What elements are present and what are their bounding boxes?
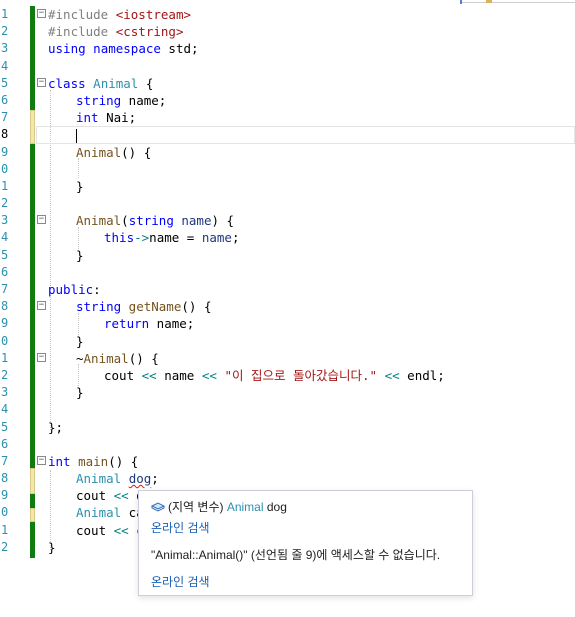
unsaved-change-bar — [30, 508, 35, 522]
line-number: 6 — [1, 436, 9, 451]
line-number: 7 — [1, 110, 9, 125]
quick-info-tooltip: (지역 변수) Animal dog 온라인 검색 "Animal::Anima… — [138, 490, 473, 596]
code-line: − class Animal { — [37, 75, 154, 91]
line-number: 7 — [1, 282, 9, 296]
line-number: 1 — [1, 522, 9, 537]
line-number: 5 — [1, 247, 9, 262]
line-number: 2 — [1, 367, 9, 382]
collapse-icon[interactable]: − — [37, 77, 46, 87]
unsaved-change-bar — [30, 468, 35, 494]
code-line: − string getName() { — [37, 299, 212, 315]
code-line: string name; — [76, 92, 167, 108]
code-line: #include <cstring> — [48, 24, 184, 40]
line-number: 9 — [1, 144, 9, 159]
line-number: 2 — [1, 196, 9, 211]
line-number: 3 — [1, 385, 9, 400]
search-online-link[interactable]: 온라인 검색 — [151, 573, 210, 590]
code-line: } — [76, 247, 84, 263]
line-number: 4 — [1, 58, 9, 73]
code-line: using namespace std; — [48, 41, 199, 57]
line-number: 7 — [1, 453, 9, 468]
line-number: 0 — [1, 333, 9, 348]
code-area[interactable]: − #include <iostream> #include <cstring>… — [36, 6, 575, 556]
line-number: 8 — [1, 471, 9, 486]
collapse-icon[interactable]: − — [37, 352, 46, 362]
error-squiggle[interactable]: dog — [129, 471, 152, 486]
collapse-icon[interactable]: − — [37, 215, 46, 225]
collapse-icon[interactable]: − — [37, 301, 46, 311]
saved-change-bar — [30, 6, 35, 110]
line-number: 3 — [1, 41, 9, 56]
line-number: 0 — [1, 505, 9, 520]
code-line: } — [76, 333, 84, 349]
code-line: } — [76, 178, 84, 194]
saved-change-bar — [30, 144, 35, 468]
saved-change-bar — [30, 494, 35, 508]
line-number: 6 — [1, 264, 9, 279]
line-number: 1 — [1, 7, 9, 21]
line-number: 5 — [1, 75, 9, 90]
collapse-icon[interactable]: − — [37, 455, 46, 465]
error-message: "Animal::Animal()" (선언됨 줄 9)에 액세스할 수 없습니… — [151, 548, 441, 562]
line-number: 3 — [1, 213, 9, 228]
line-number: 4 — [1, 402, 9, 417]
code-line: cout << name << "이 집으로 돌아갔습니다." << endl; — [104, 367, 445, 383]
local-variable-icon — [150, 501, 166, 512]
current-code-line[interactable] — [36, 126, 575, 144]
search-online-link[interactable]: 온라인 검색 — [151, 519, 210, 536]
text-caret — [76, 128, 77, 143]
line-number: 9 — [1, 316, 9, 331]
line-number: 8 — [1, 299, 9, 314]
unsaved-change-bar — [30, 110, 35, 144]
line-number: 9 — [1, 488, 9, 503]
scroll-track-line — [462, 2, 575, 3]
code-line: − int main() { — [37, 453, 139, 469]
line-number: 0 — [1, 161, 9, 176]
line-number: 2 — [1, 539, 9, 554]
line-number-gutter: 1 2 3 4 5 6 7 8 9 0 1 2 3 4 5 6 7 8 9 0 … — [0, 6, 12, 556]
line-number: 2 — [1, 24, 9, 39]
editor-top-strip — [420, 0, 575, 4]
line-number: 1 — [1, 350, 9, 365]
code-line: }; — [48, 419, 64, 435]
collapse-icon[interactable]: − — [37, 9, 46, 18]
code-line: − Animal(string name) { — [37, 213, 235, 229]
code-line: } — [76, 385, 84, 401]
code-editor[interactable]: 1 2 3 4 5 6 7 8 9 0 1 2 3 4 5 6 7 8 9 0 … — [0, 0, 575, 617]
code-line: Animal dog; — [76, 471, 159, 487]
code-line: this->name = name; — [104, 230, 240, 246]
scroll-marker — [486, 0, 492, 3]
code-line: public: — [48, 282, 101, 297]
code-line: Animal() { — [76, 144, 152, 160]
saved-change-bar — [30, 522, 35, 558]
line-number: 6 — [1, 92, 9, 107]
code-line: int Nai; — [76, 110, 137, 126]
code-line: − #include <iostream> — [37, 7, 191, 22]
code-line: − ~Animal() { — [37, 350, 159, 366]
line-number: 4 — [1, 230, 9, 245]
code-line: return name; — [104, 316, 195, 332]
line-number: 5 — [1, 419, 9, 434]
tooltip-signature: (지역 변수) Animal dog — [150, 498, 287, 515]
line-number-current: 8 — [1, 127, 9, 142]
line-number: 1 — [1, 178, 9, 193]
